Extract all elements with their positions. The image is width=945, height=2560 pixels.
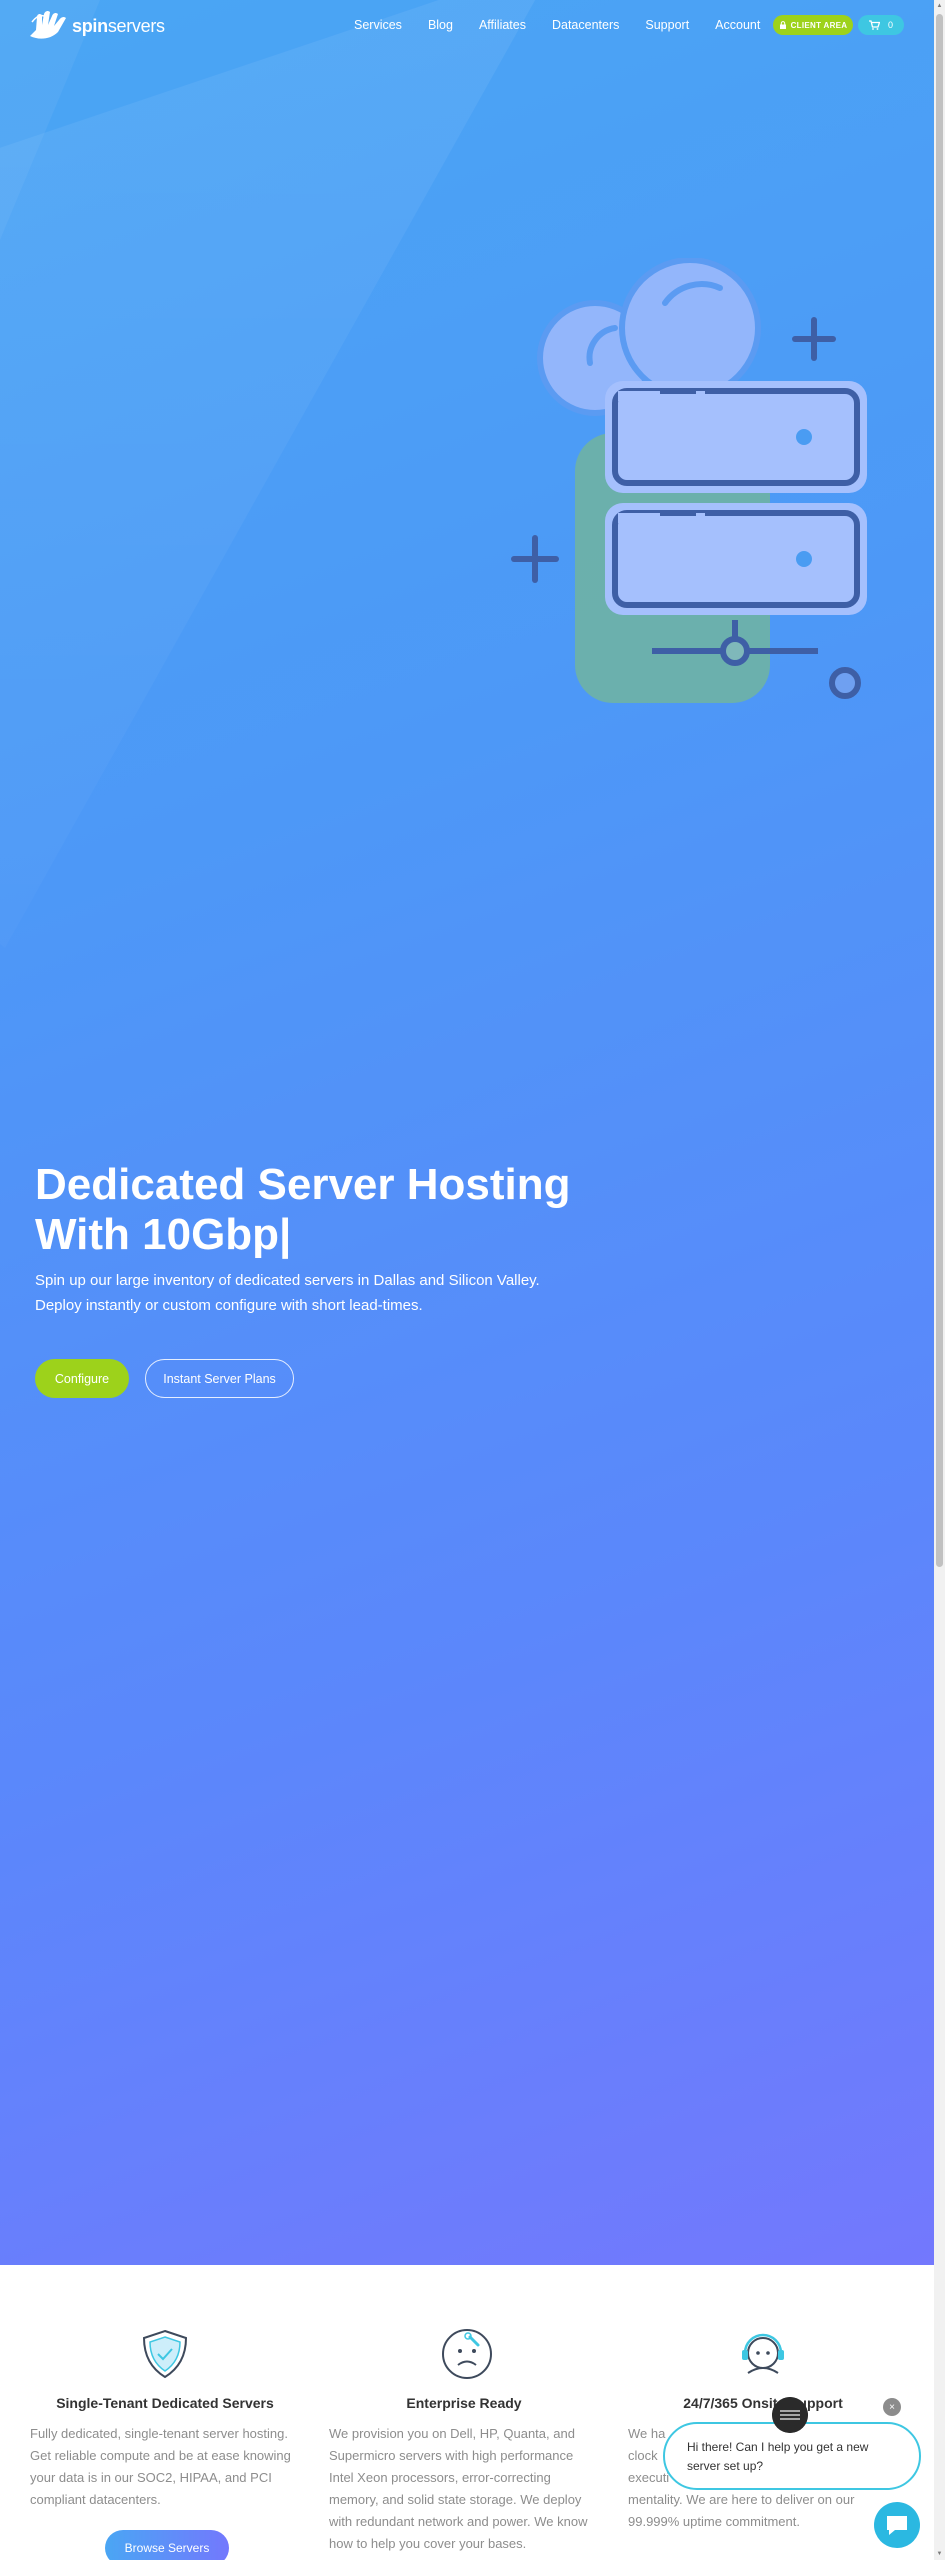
- nav-link-affiliates[interactable]: Affiliates: [479, 18, 526, 32]
- logo-hand-icon: [30, 10, 66, 39]
- cart-icon: [868, 20, 880, 30]
- logo-text: spinservers: [72, 16, 165, 37]
- feature-text: We provision you on Dell, HP, Quanta, an…: [329, 2426, 588, 2551]
- nav-link-datacenters[interactable]: Datacenters: [552, 18, 619, 32]
- feature-title: Single-Tenant Dedicated Servers: [56, 2395, 274, 2411]
- top-navbar: spinservers Services Blog Affiliates Dat…: [0, 0, 934, 52]
- client-area-button[interactable]: CLIENT AREA: [773, 15, 853, 35]
- feature-title: 24/7/365 Onsite Support: [683, 2395, 843, 2411]
- site-logo[interactable]: spinservers: [28, 10, 165, 42]
- scroll-down-arrow-icon[interactable]: ▼: [936, 2550, 943, 2558]
- page-scrollbar[interactable]: ▲ ▼: [934, 0, 945, 2560]
- nav-link-blog[interactable]: Blog: [428, 18, 453, 32]
- server-cloud-illustration: [511, 258, 867, 703]
- feature-text-line: mentality. We are here to deliver on our: [628, 2492, 855, 2507]
- cart-count: 0: [887, 20, 893, 30]
- instant-server-plans-button[interactable]: Instant Server Plans: [145, 1359, 294, 1398]
- client-area-label: CLIENT AREA: [790, 20, 848, 30]
- browse-servers-button[interactable]: Browse Servers: [105, 2530, 229, 2560]
- hero-subtitle-line1: Spin up our large inventory of dedicated…: [35, 1272, 540, 1289]
- chat-message-line1: Hi there! Can I help you get a new: [687, 2440, 869, 2454]
- nav-link-account[interactable]: Account: [715, 18, 760, 32]
- scrollbar-thumb[interactable]: [936, 14, 943, 1567]
- feature-text-line: 99.999% uptime commitment.: [628, 2514, 800, 2529]
- hero-subtitle: Spin up our large inventory of dedicated…: [35, 1268, 595, 1318]
- hero-subtitle-line2: Deploy instantly or custom configure wit…: [35, 1297, 423, 1314]
- configure-button[interactable]: Configure: [35, 1359, 129, 1398]
- feature-text: Fully dedicated, single-tenant server ho…: [30, 2426, 291, 2507]
- chat-icon: [887, 2516, 907, 2535]
- chat-message-line2: server set up?: [687, 2459, 764, 2473]
- chat-close-button[interactable]: ×: [883, 2398, 901, 2416]
- nav-link-services[interactable]: Services: [354, 18, 402, 32]
- shield-icon: [142, 2329, 188, 2379]
- hero-title: Dedicated Server Hosting With 10Gbp|: [35, 1160, 595, 1260]
- logo-text-light: servers: [107, 15, 165, 36]
- logo-text-bold: spin: [72, 15, 108, 36]
- chat-launcher-button[interactable]: [874, 2502, 920, 2548]
- nav-links: Services Blog Affiliates Datacenters Sup…: [354, 18, 786, 32]
- support-agent-icon: [742, 2333, 784, 2374]
- feature-title: Enterprise Ready: [406, 2395, 522, 2411]
- chat-agent-avatar: [772, 2397, 808, 2433]
- hero-section: Dedicated Server Hosting With 10Gbp| Spi…: [0, 0, 934, 2265]
- wrench-face-icon: [442, 2329, 492, 2379]
- nav-link-support[interactable]: Support: [645, 18, 689, 32]
- scroll-up-arrow-icon[interactable]: ▲: [936, 2, 943, 10]
- hero-title-line1: Dedicated Server Hosting: [35, 1160, 571, 1209]
- cart-button[interactable]: 0: [858, 15, 904, 35]
- hero-title-line2: With 10Gbp|: [35, 1210, 292, 1259]
- lock-icon: [779, 21, 786, 29]
